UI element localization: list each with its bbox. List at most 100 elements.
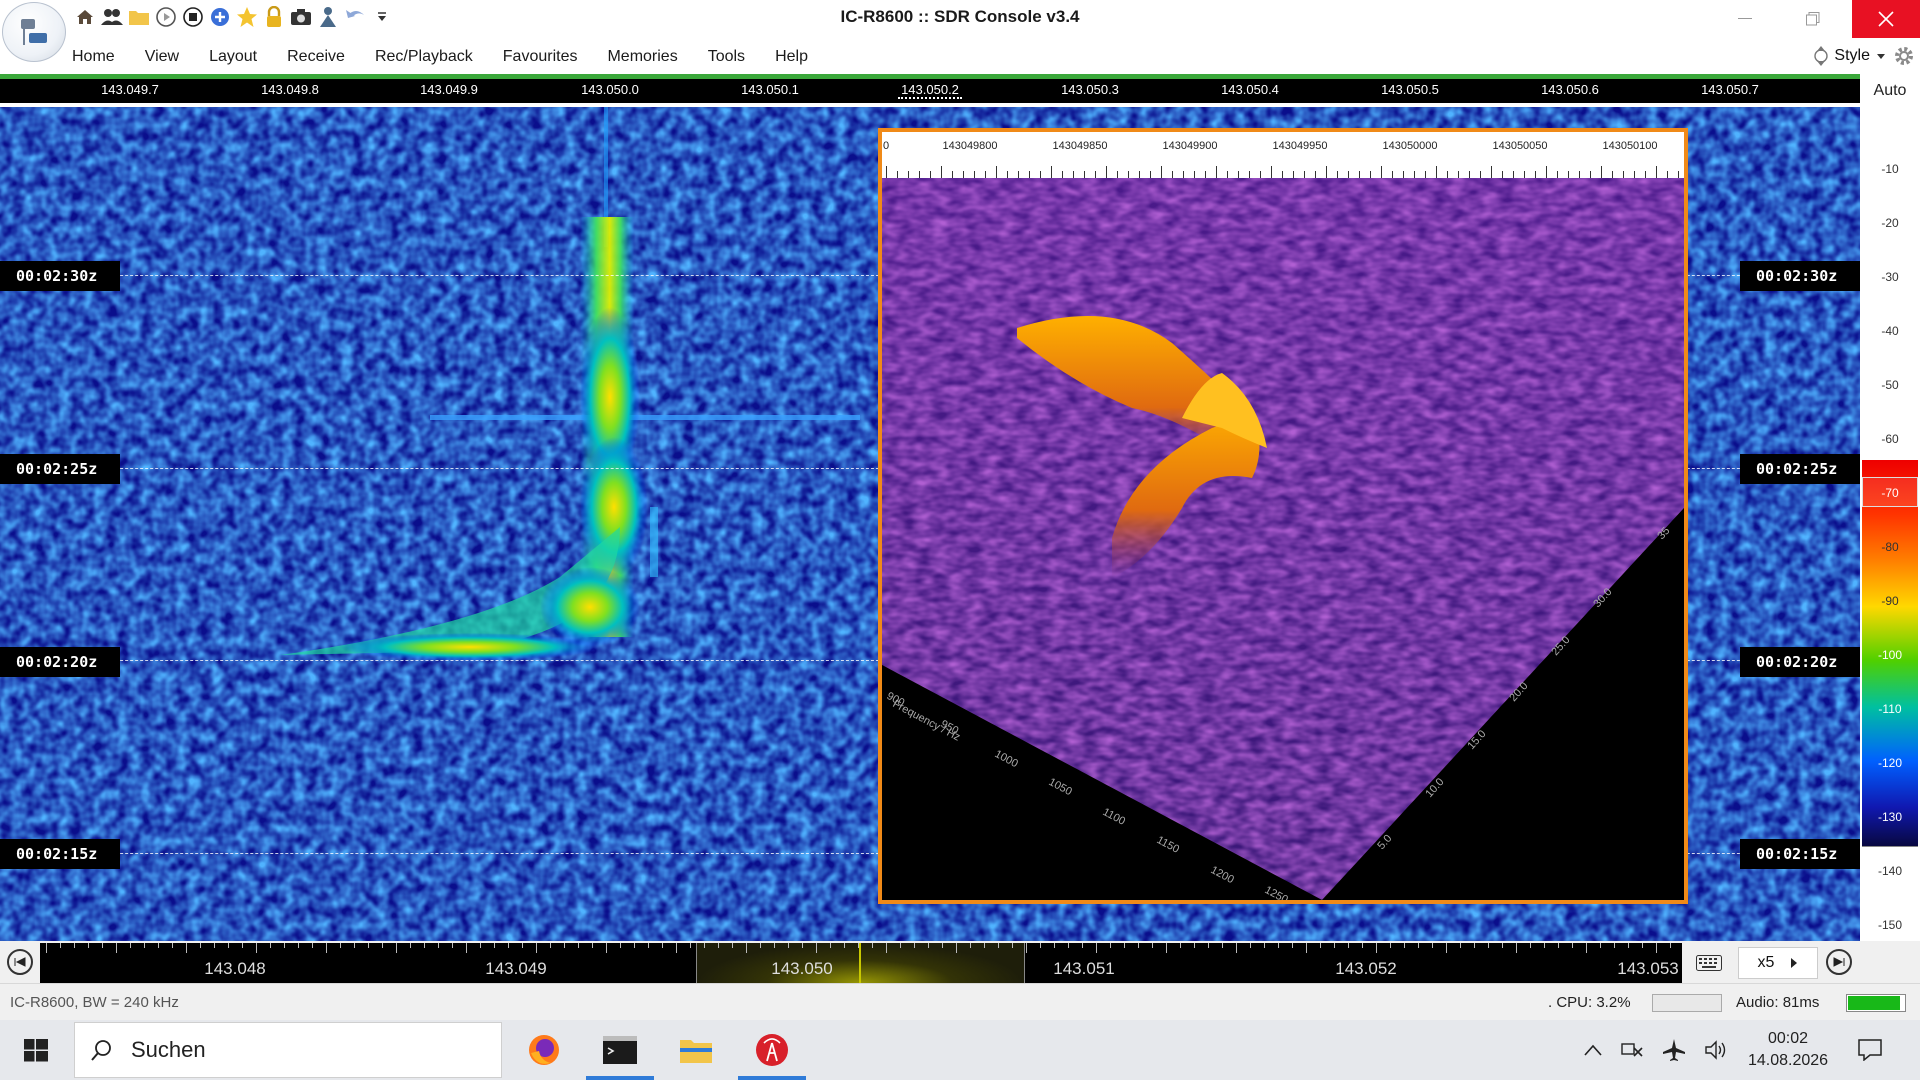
system-clock[interactable]: 00:02 14.08.2026 [1728, 1028, 1848, 1072]
taskbar-terminal[interactable] [582, 1020, 658, 1080]
ruler-tick [1458, 171, 1459, 178]
audio-meter-fill [1848, 996, 1900, 1010]
menu-layout[interactable]: Layout [209, 48, 257, 66]
db-tick-label: -120 [1877, 756, 1903, 770]
db-tick-label: -100 [1877, 648, 1903, 662]
band-tick [186, 943, 187, 953]
band-tick [900, 943, 901, 948]
band-tick [74, 943, 75, 948]
time-label: 00:02:15z [0, 839, 120, 869]
band-tick [732, 943, 733, 948]
application-menu-button[interactable] [2, 2, 66, 62]
band-tick [578, 943, 579, 948]
zoom-selector[interactable]: x5 [1738, 947, 1818, 979]
menu-receive[interactable]: Receive [287, 48, 345, 66]
start-button[interactable] [0, 1020, 72, 1080]
band-tick [368, 943, 369, 948]
ruler-tick [1205, 171, 1206, 178]
band-tick [676, 943, 677, 953]
band-tick [1236, 943, 1237, 953]
band-tick [1362, 943, 1363, 948]
3d-spectrum-window[interactable]: 0 143049800 143049850 143049900 14304995… [878, 128, 1688, 904]
network-disconnected-icon[interactable] [1620, 1040, 1644, 1060]
keyboard-button[interactable] [1686, 949, 1732, 977]
ruler-tick [1524, 171, 1525, 178]
ruler-tick [1469, 171, 1470, 178]
frequency-scale[interactable]: 143.049.7 143.049.8 143.049.9 143.050.0 … [0, 79, 1860, 103]
band-tick [270, 943, 271, 948]
db-tick-label: -30 [1881, 270, 1899, 284]
tune-cursor[interactable] [859, 943, 861, 983]
band-tick [1474, 943, 1475, 948]
ruler-tick [1436, 166, 1437, 178]
db-floor-marker[interactable] [1862, 846, 1918, 849]
db-scale[interactable]: Auto -10 -20 -30 -40 -50 -60 -70 -80 -90… [1860, 74, 1920, 941]
window-title: IC-R8600 :: SDR Console v3.4 [840, 7, 1080, 26]
3d-waterfall-plot: Frequency / Hz 900 950 1000 1050 1100 11… [882, 178, 1684, 900]
ruler-tick [1095, 171, 1096, 178]
freq-label: 143.050.6 [1541, 82, 1599, 97]
close-button[interactable] [1852, 0, 1920, 38]
ruler-tick [1645, 171, 1646, 178]
speaker-icon[interactable] [1704, 1040, 1728, 1060]
band-tick [858, 943, 859, 948]
time-label: 00:02:25z [1740, 454, 1860, 484]
chevron-down-icon [1877, 54, 1885, 59]
ruler-tick [1183, 171, 1184, 178]
band-tick [1460, 943, 1461, 948]
band-tick [1082, 943, 1083, 948]
audio-meter [1846, 994, 1906, 1012]
ruler-tick [941, 166, 942, 178]
menu-favourites[interactable]: Favourites [503, 48, 578, 66]
menu-tools[interactable]: Tools [708, 48, 745, 66]
notification-center-button[interactable] [1850, 1034, 1890, 1066]
frequency-band[interactable]: 143.048 143.049 143.050 143.051 143.052 … [40, 943, 1682, 983]
ruler-tick [1491, 166, 1492, 178]
menu-memories[interactable]: Memories [607, 48, 677, 66]
band-tick [1250, 943, 1251, 948]
ruler-label: 143049900 [1162, 140, 1218, 152]
menu-rec-playback[interactable]: Rec/Playback [375, 48, 473, 66]
taskbar-search-box[interactable]: Suchen [74, 1022, 502, 1078]
band-tick [480, 943, 481, 948]
band-tick [200, 943, 201, 948]
scroll-right-button[interactable] [1826, 949, 1852, 975]
band-tick [326, 943, 327, 953]
taskbar-sdr-console[interactable] [734, 1020, 810, 1080]
ruler-tick [1579, 171, 1580, 178]
band-tick [1152, 943, 1153, 948]
db-auto-button[interactable]: Auto [1860, 82, 1920, 100]
time-label: 00:02:20z [0, 647, 120, 677]
minimize-button[interactable] [1716, 0, 1774, 38]
restore-button[interactable] [1784, 0, 1842, 38]
ruler-tick [1656, 166, 1657, 178]
taskbar-file-explorer[interactable] [658, 1020, 734, 1080]
airplane-icon[interactable] [1662, 1038, 1686, 1062]
band-tick [1138, 943, 1139, 948]
clock-date: 14.08.2026 [1747, 1052, 1829, 1069]
ruler-tick [1150, 171, 1151, 178]
scroll-left-button[interactable] [7, 949, 33, 975]
band-tick [340, 943, 341, 948]
band-tick [144, 943, 145, 948]
ruler-label: 143049950 [1272, 140, 1328, 152]
band-tick [928, 943, 929, 948]
menu-view[interactable]: View [145, 48, 179, 66]
firefox-icon [529, 1035, 559, 1065]
style-selector[interactable]: Style [1814, 42, 1920, 70]
ruler-label: 143049800 [942, 140, 998, 152]
band-tick [1040, 943, 1041, 948]
taskbar-firefox[interactable] [506, 1020, 582, 1080]
3d-surface: Frequency / Hz 900 950 1000 1050 1100 11… [882, 178, 1684, 900]
menu-home[interactable]: Home [72, 48, 115, 66]
time-label: 00:02:15z [1740, 839, 1860, 869]
menu-help[interactable]: Help [775, 48, 808, 66]
gear-icon[interactable] [1892, 44, 1916, 68]
band-tick [592, 943, 593, 948]
band-tick [88, 943, 89, 948]
band-tick [1642, 943, 1643, 948]
band-tick [1222, 943, 1223, 948]
band-tick [256, 943, 257, 953]
chevron-up-icon[interactable] [1584, 1044, 1602, 1056]
ruler-tick [1249, 171, 1250, 178]
